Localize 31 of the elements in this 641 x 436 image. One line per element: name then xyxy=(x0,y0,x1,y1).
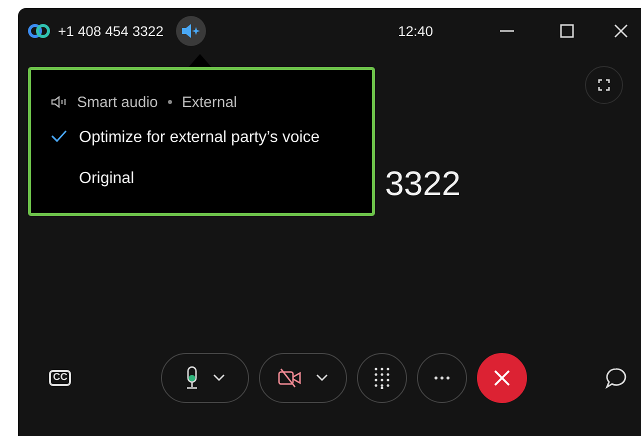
chat-bubble-icon xyxy=(605,367,627,389)
microphone-button[interactable] xyxy=(161,353,250,403)
close-icon xyxy=(614,24,628,38)
fullscreen-button[interactable] xyxy=(585,66,623,104)
chevron-down-icon xyxy=(213,374,226,382)
camera-off-icon xyxy=(278,368,302,388)
app-logo-icon xyxy=(28,24,50,38)
end-call-button[interactable] xyxy=(477,353,528,403)
maximize-icon xyxy=(560,24,574,38)
menu-option[interactable]: Original xyxy=(79,170,134,188)
minimize-icon xyxy=(500,30,514,32)
keypad-button[interactable] xyxy=(357,353,408,403)
chat-button[interactable] xyxy=(605,367,627,389)
menu-header: Smart audio xyxy=(77,94,158,110)
phone-number: +1 408 454 3322 xyxy=(58,23,164,39)
keypad-icon xyxy=(374,367,390,389)
call-number: 3322 xyxy=(385,167,461,201)
menu-header-value: External xyxy=(182,94,237,110)
menu-option[interactable]: Optimize for external party’s voice xyxy=(79,128,320,146)
chevron-down-icon xyxy=(316,374,328,382)
speaker-sparkle-icon xyxy=(180,23,200,39)
microphone-icon xyxy=(185,366,200,390)
speaker-icon xyxy=(51,95,67,109)
close-icon xyxy=(493,369,512,387)
camera-button[interactable] xyxy=(259,353,348,403)
more-icon xyxy=(434,376,450,380)
separator-dot xyxy=(168,100,172,104)
smart-audio-button[interactable] xyxy=(176,16,206,46)
fullscreen-icon xyxy=(598,79,610,91)
call-time: 12:40 xyxy=(398,23,433,39)
captions-button[interactable]: CC xyxy=(49,370,72,386)
